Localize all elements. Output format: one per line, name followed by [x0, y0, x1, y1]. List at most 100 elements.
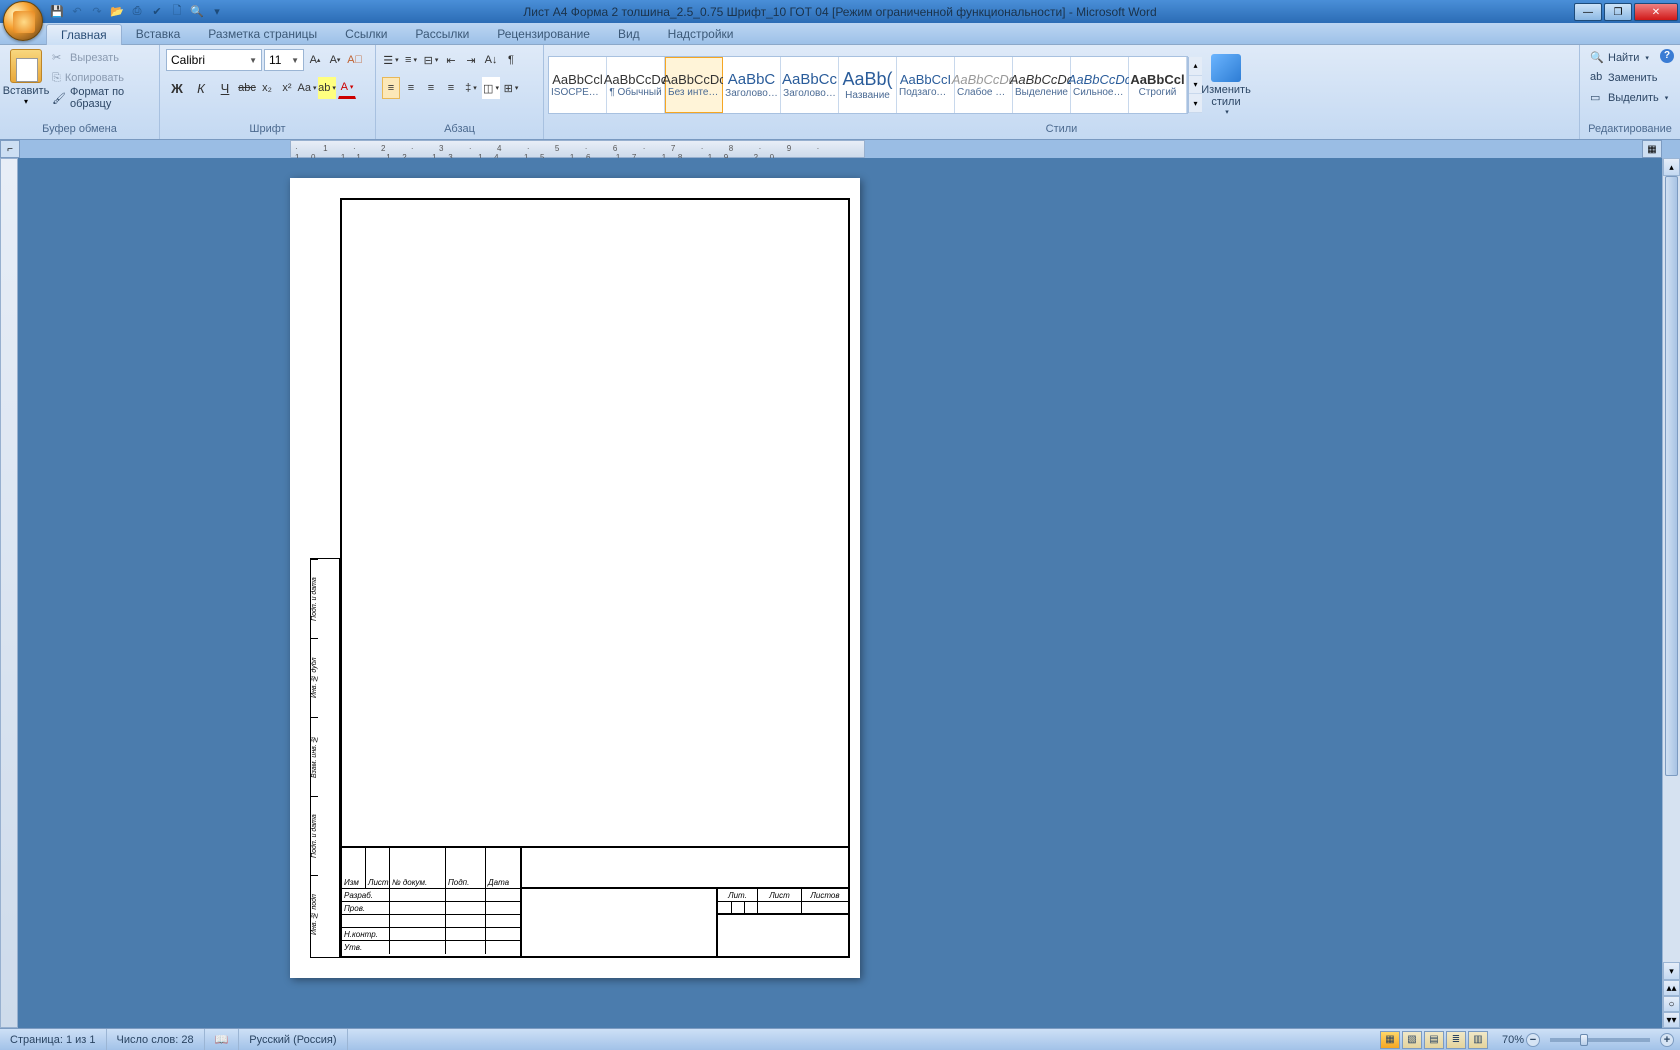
new-icon[interactable]: 🗋: [168, 3, 186, 21]
shrink-font-button[interactable]: A▾: [326, 49, 344, 71]
tab-references[interactable]: Ссылки: [331, 24, 401, 44]
paste-button[interactable]: Вставить ▾: [4, 47, 48, 108]
tab-page-layout[interactable]: Разметка страницы: [194, 24, 331, 44]
change-styles-button[interactable]: Изменить стили▾: [1202, 52, 1250, 118]
tab-mailings[interactable]: Рассылки: [401, 24, 483, 44]
style-item[interactable]: AaBbCcDcСильное …: [1071, 57, 1129, 113]
status-proofing[interactable]: 📖: [205, 1029, 240, 1050]
tab-addins[interactable]: Надстройки: [654, 24, 748, 44]
tab-view[interactable]: Вид: [604, 24, 654, 44]
maximize-button[interactable]: ❐: [1604, 3, 1632, 21]
outdent-button[interactable]: ⇤: [442, 49, 460, 71]
borders-button[interactable]: ⊞▾: [502, 77, 520, 99]
style-item[interactable]: AaBbCclСтрогий: [1129, 57, 1187, 113]
format-painter-button[interactable]: 🖌Формат по образцу: [52, 89, 151, 107]
tab-review[interactable]: Рецензирование: [483, 24, 604, 44]
minimize-button[interactable]: —: [1574, 3, 1602, 21]
qat-more-icon[interactable]: ▾: [208, 3, 226, 21]
office-button[interactable]: [3, 1, 43, 41]
select-button[interactable]: ▭Выделить▾: [1586, 89, 1672, 107]
superscript-button[interactable]: x²: [278, 77, 296, 99]
browse-object-button[interactable]: ○: [1663, 996, 1680, 1012]
font-family-combo[interactable]: Calibri▼: [166, 49, 262, 71]
zoom-slider-thumb[interactable]: [1580, 1034, 1588, 1046]
multilevel-button[interactable]: ⊟▾: [422, 49, 440, 71]
indent-button[interactable]: ⇥: [462, 49, 480, 71]
outline-view-button[interactable]: ≣: [1446, 1031, 1466, 1049]
style-item[interactable]: AaBbCcDcБез интер…: [665, 57, 723, 113]
gallery-down-button[interactable]: ▾: [1189, 76, 1202, 95]
align-center-button[interactable]: ≡: [402, 77, 420, 99]
help-icon[interactable]: ?: [1660, 49, 1674, 63]
italic-button[interactable]: К: [190, 77, 212, 99]
status-language[interactable]: Русский (Россия): [239, 1029, 347, 1050]
page[interactable]: Подп. и датаИнв. № дублВзам. инв. №Подп.…: [290, 178, 860, 978]
open-icon[interactable]: 📂: [108, 3, 126, 21]
sort-button[interactable]: A↓: [482, 49, 500, 71]
font-color-button[interactable]: A▾: [338, 77, 356, 99]
style-item[interactable]: AaBbCcDcСлабое в…: [955, 57, 1013, 113]
zoom-in-button[interactable]: +: [1660, 1033, 1674, 1047]
spelling-icon[interactable]: ✔: [148, 3, 166, 21]
align-left-button[interactable]: ≡: [382, 77, 400, 99]
zoom-level[interactable]: 70%: [1502, 1034, 1524, 1046]
quick-print-icon[interactable]: ⎙: [128, 3, 146, 21]
style-item[interactable]: AaBbCcDcВыделение: [1013, 57, 1071, 113]
scroll-up-button[interactable]: ▴: [1663, 158, 1680, 176]
undo-icon[interactable]: ↶: [68, 3, 86, 21]
style-item[interactable]: AaBbCcDc¶ Обычный: [607, 57, 665, 113]
highlight-button[interactable]: ab▾: [318, 77, 336, 99]
scroll-thumb[interactable]: [1665, 176, 1678, 776]
group-clipboard: Вставить ▾ ✂Вырезать ⎘Копировать 🖌Формат…: [0, 45, 160, 139]
close-button[interactable]: ✕: [1634, 3, 1678, 21]
gallery-up-button[interactable]: ▴: [1189, 57, 1202, 76]
draft-view-button[interactable]: ▥: [1468, 1031, 1488, 1049]
zoom-slider[interactable]: [1550, 1038, 1650, 1042]
cut-button[interactable]: ✂Вырезать: [52, 49, 151, 67]
next-page-button[interactable]: ▾▾: [1663, 1012, 1680, 1028]
prev-page-button[interactable]: ▴▴: [1663, 980, 1680, 996]
full-reading-view-button[interactable]: ▧: [1402, 1031, 1422, 1049]
change-case-button[interactable]: Aa▾: [298, 77, 316, 99]
preview-icon[interactable]: 🔍: [188, 3, 206, 21]
align-right-button[interactable]: ≡: [422, 77, 440, 99]
strike-button[interactable]: abc: [238, 77, 256, 99]
tab-selector[interactable]: ⌐: [0, 140, 20, 158]
underline-button[interactable]: Ч: [214, 77, 236, 99]
font-size-combo[interactable]: 11▼: [264, 49, 304, 71]
show-marks-button[interactable]: ¶: [502, 49, 520, 71]
redo-icon[interactable]: ↷: [88, 3, 106, 21]
style-item[interactable]: AaBbCcIПодзагол…: [897, 57, 955, 113]
document-scroll[interactable]: Подп. и датаИнв. № дублВзам. инв. №Подп.…: [18, 158, 1662, 1028]
scroll-down-button[interactable]: ▾: [1663, 962, 1680, 980]
bold-button[interactable]: Ж: [166, 77, 188, 99]
clear-format-button[interactable]: A⃥: [346, 49, 364, 71]
copy-button[interactable]: ⎘Копировать: [52, 69, 151, 87]
justify-button[interactable]: ≡: [442, 77, 460, 99]
style-item[interactable]: AaBbCЗаголово…: [723, 57, 781, 113]
tab-insert[interactable]: Вставка: [122, 24, 195, 44]
line-spacing-button[interactable]: ‡▾: [462, 77, 480, 99]
horizontal-ruler[interactable]: · 1 · 2 · 3 · 4 · 5 · 6 · 7 · 8 · 9 · 10…: [290, 140, 865, 158]
grow-font-button[interactable]: A▴: [306, 49, 324, 71]
vertical-scrollbar[interactable]: ▴ ▾ ▴▴ ○ ▾▾: [1662, 158, 1680, 1028]
print-layout-view-button[interactable]: ▦: [1380, 1031, 1400, 1049]
scroll-track[interactable]: [1663, 176, 1680, 962]
style-item[interactable]: AaBb(Название: [839, 57, 897, 113]
zoom-out-button[interactable]: −: [1526, 1033, 1540, 1047]
tab-home[interactable]: Главная: [46, 24, 122, 45]
save-icon[interactable]: 💾: [48, 3, 66, 21]
style-item[interactable]: AaBbCclISOCPEUR…: [549, 57, 607, 113]
status-page[interactable]: Страница: 1 из 1: [0, 1029, 107, 1050]
subscript-button[interactable]: x₂: [258, 77, 276, 99]
status-words[interactable]: Число слов: 28: [107, 1029, 205, 1050]
style-item[interactable]: AaBbCcЗаголово…: [781, 57, 839, 113]
gallery-more-button[interactable]: ▾: [1189, 94, 1202, 113]
bullets-button[interactable]: ☰▾: [382, 49, 400, 71]
replace-button[interactable]: abЗаменить: [1586, 69, 1672, 87]
ruler-toggle-button[interactable]: ▦: [1642, 140, 1662, 158]
vertical-ruler[interactable]: [0, 158, 18, 1028]
numbering-button[interactable]: ≡▾: [402, 49, 420, 71]
web-layout-view-button[interactable]: ▤: [1424, 1031, 1444, 1049]
shading-button[interactable]: ◫▾: [482, 77, 500, 99]
